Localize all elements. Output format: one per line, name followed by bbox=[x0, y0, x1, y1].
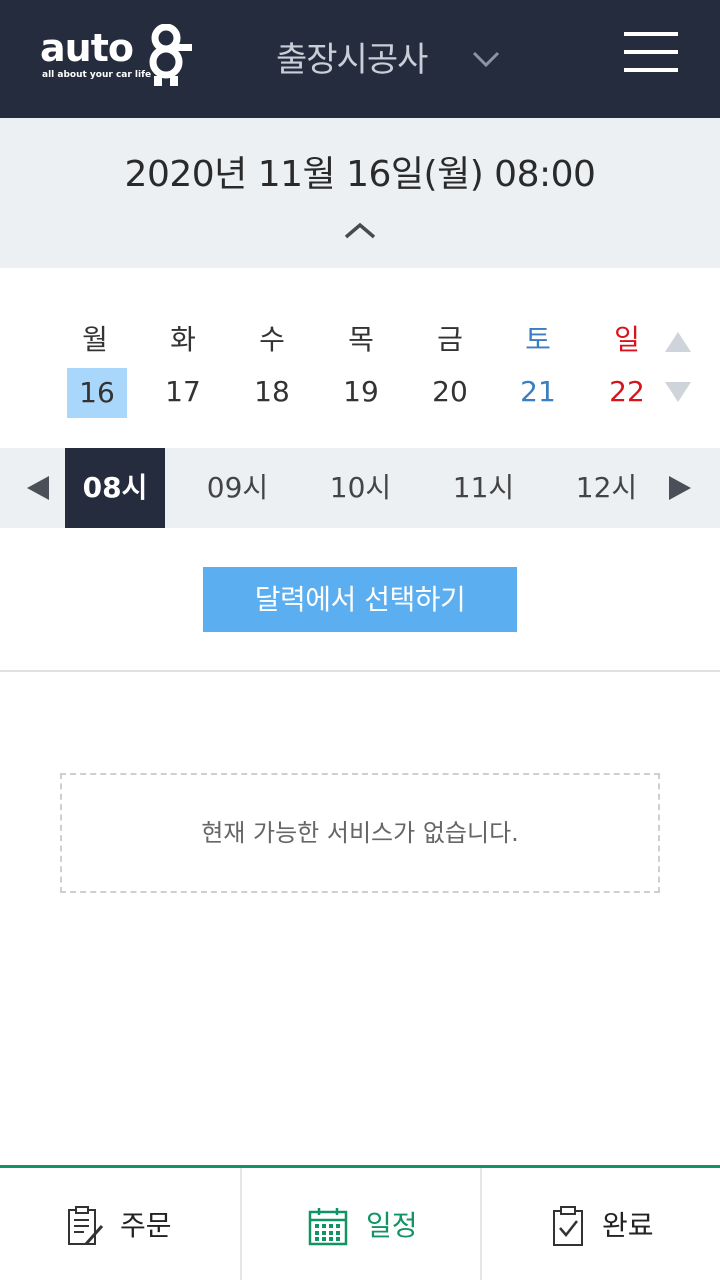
day-name: 금 bbox=[437, 323, 463, 356]
logo-tagline: all about your car life bbox=[42, 70, 152, 80]
hamburger-menu-icon[interactable] bbox=[620, 30, 680, 76]
chevron-down-icon[interactable] bbox=[470, 46, 502, 72]
clipboard-check-icon bbox=[553, 1206, 583, 1246]
day-name-saturday: 토 bbox=[525, 323, 551, 356]
brand-logo[interactable]: auto all about your car life bbox=[40, 24, 200, 90]
hour-option[interactable]: 12시 bbox=[549, 448, 664, 528]
day-name: 월 bbox=[82, 323, 108, 356]
order-form-icon bbox=[68, 1206, 104, 1245]
hour-option-selected[interactable]: 08시 bbox=[65, 448, 165, 528]
day-number[interactable]: 20 bbox=[415, 372, 485, 412]
day-name: 수 bbox=[259, 323, 285, 356]
triangle-right-icon[interactable] bbox=[667, 474, 693, 502]
hour-option[interactable]: 09시 bbox=[180, 448, 295, 528]
day-name: 화 bbox=[170, 323, 196, 356]
week-selector: 월 화 수 목 금 토 일 16 17 18 19 20 21 22 bbox=[0, 268, 720, 448]
app-screen: auto all about your car life 출장시공사 2020년… bbox=[0, 0, 720, 1280]
day-number[interactable]: 18 bbox=[237, 372, 307, 412]
nav-item-schedule[interactable]: 일정 bbox=[240, 1168, 480, 1280]
nav-item-complete[interactable]: 완료 bbox=[480, 1168, 720, 1280]
nav-label-complete: 완료 bbox=[602, 1209, 654, 1242]
empty-state-message: 현재 가능한 서비스가 없습니다. bbox=[60, 773, 660, 893]
select-from-calendar-button[interactable]: 달력에서 선택하기 bbox=[203, 567, 517, 632]
triangle-up-icon[interactable] bbox=[664, 330, 692, 354]
hour-selector: 08시 09시 10시 11시 12시 bbox=[0, 448, 720, 528]
triangle-down-icon[interactable] bbox=[664, 380, 692, 404]
day-number-sunday[interactable]: 22 bbox=[592, 372, 662, 412]
day-number[interactable]: 17 bbox=[148, 372, 218, 412]
nav-label-order: 주문 bbox=[120, 1209, 172, 1242]
nav-item-order[interactable]: 주문 bbox=[0, 1168, 240, 1280]
nav-label-schedule: 일정 bbox=[366, 1209, 418, 1242]
service-title[interactable]: 출장시공사 bbox=[276, 38, 428, 82]
bottom-nav: 주문 일정 완료 bbox=[0, 1165, 720, 1280]
mascot-icon bbox=[149, 24, 192, 86]
top-header: auto all about your car life 출장시공사 bbox=[0, 0, 720, 118]
day-name: 목 bbox=[348, 323, 374, 356]
hour-option[interactable]: 10시 bbox=[303, 448, 418, 528]
day-number-saturday[interactable]: 21 bbox=[503, 372, 573, 412]
chevron-up-icon[interactable] bbox=[342, 218, 378, 244]
day-number-selected[interactable]: 16 bbox=[67, 368, 127, 418]
triangle-left-icon[interactable] bbox=[25, 474, 51, 502]
hour-option[interactable]: 11시 bbox=[426, 448, 541, 528]
selected-date-panel: 2020년 11월 16일(월) 08:00 bbox=[0, 118, 720, 268]
calendar-icon bbox=[308, 1208, 348, 1246]
selected-datetime: 2020년 11월 16일(월) 08:00 bbox=[124, 154, 596, 195]
section-divider bbox=[0, 670, 720, 672]
day-number[interactable]: 19 bbox=[326, 372, 396, 412]
logo-wordmark: auto bbox=[40, 26, 134, 70]
day-name-sunday: 일 bbox=[614, 323, 640, 356]
